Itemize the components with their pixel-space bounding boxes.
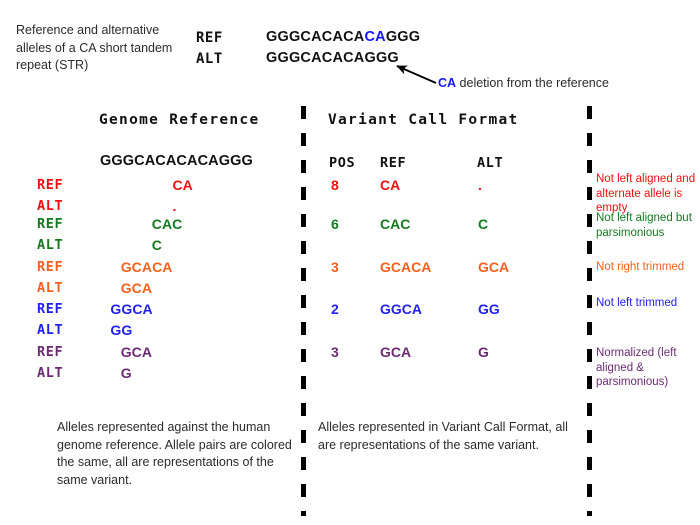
- diagram-canvas: Reference and alternative alleles of a C…: [0, 0, 700, 525]
- allele-alt-label: ALT: [37, 365, 64, 381]
- genome-ref-allele: CA: [172, 177, 193, 193]
- vcf-column-header-alt: ALT: [477, 155, 504, 171]
- vcf-column-header-ref: REF: [380, 155, 407, 171]
- vcf-column-header-pos: POS: [329, 155, 356, 171]
- vcf-cell-alt: GCA: [478, 259, 510, 275]
- separator-right: [587, 106, 592, 516]
- vcf-cell-alt: GG: [478, 301, 500, 317]
- ref-seq-highlight: CA: [364, 29, 386, 45]
- deletion-arrow-caption: CA deletion from the reference: [438, 76, 609, 90]
- separator-left: [301, 106, 306, 516]
- genome-alt-allele: C: [151, 237, 162, 253]
- genome-alt-allele: GG: [110, 322, 133, 338]
- deletion-caption-text: deletion from the reference: [456, 76, 609, 90]
- allele-ref-label: REF: [37, 177, 64, 193]
- vcf-cell-alt: .: [478, 177, 482, 193]
- ref-seq-prefix: GGGCACACA: [266, 29, 365, 45]
- allele-ref-label: REF: [37, 301, 64, 317]
- row-annotation: Not right trimmed: [596, 261, 685, 273]
- intro-description: Reference and alternative alleles of a C…: [16, 23, 173, 72]
- row-annotation: Not left aligned and alternate allele is…: [596, 173, 696, 214]
- allele-alt-label: ALT: [37, 280, 64, 296]
- vcf-cell-ref: GGCA: [380, 301, 422, 317]
- vcf-cell-ref: GCA: [380, 344, 412, 360]
- header-ref-label: REF: [196, 30, 223, 46]
- row-annotation: Not left trimmed: [596, 297, 678, 309]
- vcf-cell-ref: CAC: [380, 216, 411, 232]
- allele-alt-label: ALT: [37, 237, 64, 253]
- allele-alt-label: ALT: [37, 322, 64, 338]
- vcf-cell-pos: 2: [331, 301, 339, 317]
- caption-right: Alleles represented in Variant Call Form…: [318, 420, 568, 452]
- allele-ref-label: REF: [37, 259, 64, 275]
- genome-ref-allele: GCACA: [120, 259, 173, 275]
- genome-ref-allele: GCA: [120, 344, 153, 360]
- allele-alt-label: ALT: [37, 198, 64, 214]
- header-alt-label: ALT: [196, 51, 223, 67]
- caption-left: Alleles represented against the human ge…: [57, 420, 292, 487]
- genome-reference-sequence: GGGCACACACAGGG: [100, 153, 253, 169]
- allele-ref-label: REF: [37, 216, 64, 232]
- ref-seq-suffix: GGG: [385, 29, 421, 45]
- genome-alt-allele: G: [120, 365, 132, 381]
- header-alt-sequence: GGGCACACAGGG: [266, 50, 399, 66]
- deletion-arrow-icon: [396, 65, 437, 84]
- genome-alt-allele: GCA: [120, 280, 153, 296]
- vcf-cell-alt: G: [478, 344, 489, 360]
- allele-ref-label: REF: [37, 344, 64, 360]
- vcf-cell-ref: GCACA: [380, 259, 432, 275]
- row-annotation: Normalized (left aligned & parsimonious): [596, 347, 677, 388]
- row-annotation: Not left aligned but parsimonious: [596, 212, 692, 239]
- vcf-cell-pos: 3: [331, 259, 339, 275]
- vcf-cell-pos: 3: [331, 344, 339, 360]
- vcf-cell-alt: C: [478, 216, 489, 232]
- deletion-caption-highlight: CA: [438, 76, 457, 90]
- genome-ref-allele: GGCA: [110, 301, 153, 317]
- genome-ref-allele: CAC: [151, 216, 183, 232]
- vcf-cell-ref: CA: [380, 177, 401, 193]
- genome-alt-allele: .: [172, 198, 177, 214]
- vcf-cell-pos: 6: [331, 216, 339, 232]
- vcf-cell-pos: 8: [331, 177, 339, 193]
- panel-title-variant-call-format: Variant Call Format: [328, 112, 519, 128]
- panel-title-genome-reference: Genome Reference: [99, 112, 260, 128]
- header-ref-sequence: GGGCACACACAGGG: [266, 29, 420, 45]
